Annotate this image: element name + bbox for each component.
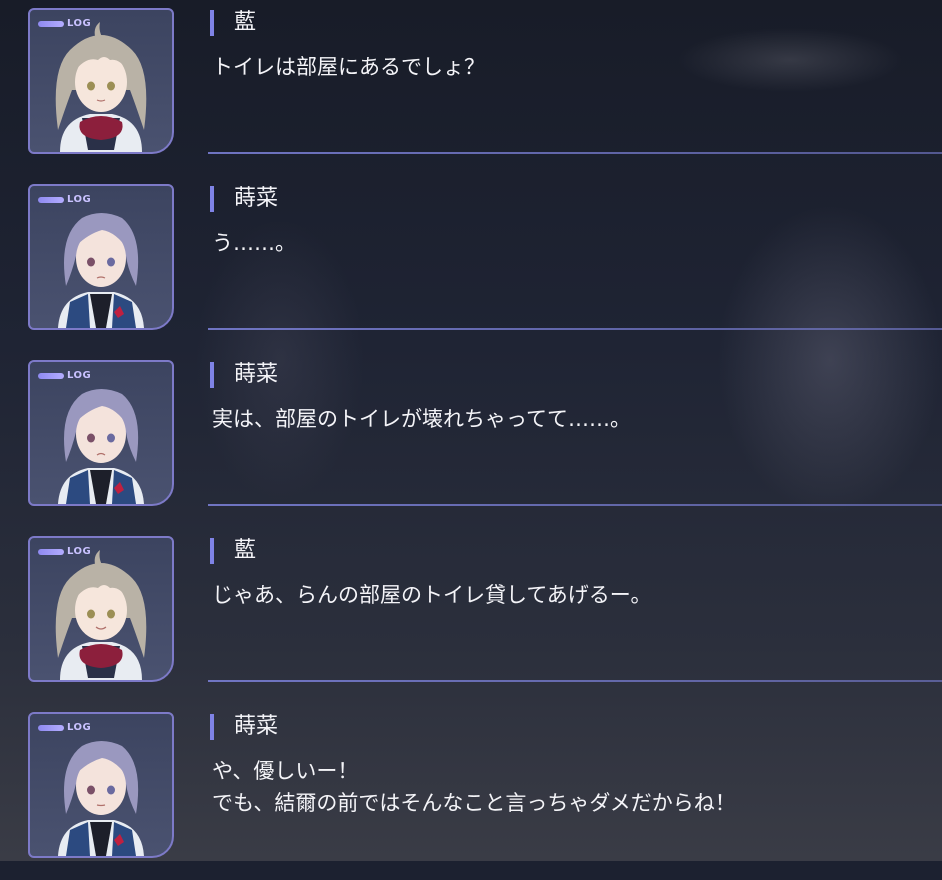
log-tag: LOG [38,18,91,29]
portrait-ai: LOG [28,536,174,682]
entry-separator [208,504,942,506]
log-pill-icon [38,724,64,731]
portrait-makina: LOG [28,184,174,330]
speaker-name: 藍 [234,538,257,563]
speaker-name: 蒔菜 [234,186,279,211]
log-tag: LOG [38,546,91,557]
entry-separator [208,152,942,154]
speaker-row: 蒔菜 [210,186,278,212]
speaker-row: 蒔菜 [210,714,278,740]
dialogue-line: でも、結爾の前ではそんなこと言っちゃダメだからね！ [212,791,736,815]
log-tag-label: LOG [67,546,92,557]
log-tag-label: LOG [67,18,92,29]
speaker-name: 藍 [234,10,257,35]
log-tag-label: LOG [67,722,92,733]
log-tag-label: LOG [67,370,92,381]
speaker-name: 蒔菜 [234,362,279,387]
log-tag: LOG [38,722,91,733]
speaker-accent-bar [210,538,214,564]
log-pill-icon [38,548,64,555]
speaker-row: 藍 [210,10,256,36]
log-entry[interactable]: LOG 藍 トイレは部屋にあるでしょ？ [0,0,942,176]
log-entry[interactable]: LOG 蒔菜 う……。 [0,176,942,352]
entry-separator [208,328,942,330]
log-tag: LOG [38,370,91,381]
speaker-accent-bar [210,362,214,388]
dialogue-line: トイレは部屋にあるでしょ？ [212,55,485,79]
dialogue-line: じゃあ、らんの部屋のトイレ貸してあげるー。 [212,583,652,607]
speaker-accent-bar [210,10,214,36]
log-entry[interactable]: LOG 蒔菜 実は、部屋のトイレが壊れちゃってて……。 [0,352,942,528]
speaker-row: 蒔菜 [210,362,278,388]
dialogue-line: う……。 [212,231,296,255]
speaker-accent-bar [210,714,214,740]
speaker-row: 藍 [210,538,256,564]
portrait-ai: LOG [28,8,174,154]
backlog-list[interactable]: LOG 藍 トイレは部屋にあるでしょ？ LOG 蒔菜 う……。 LOG 蒔菜 実… [0,0,942,861]
log-entry[interactable]: LOG 蒔菜 や、優しいー！ でも、結爾の前ではそんなこと言っちゃダメだからね！ [0,704,942,880]
dialogue-line: 実は、部屋のトイレが壊れちゃってて……。 [212,407,631,431]
entry-separator [208,680,942,682]
speaker-name: 蒔菜 [234,714,279,739]
log-pill-icon [38,20,64,27]
portrait-makina: LOG [28,712,174,858]
portrait-makina: LOG [28,360,174,506]
log-pill-icon [38,372,64,379]
log-tag-label: LOG [67,194,92,205]
speaker-accent-bar [210,186,214,212]
dialogue-line: や、優しいー！ [212,759,359,783]
log-tag: LOG [38,194,91,205]
log-entry[interactable]: LOG 藍 じゃあ、らんの部屋のトイレ貸してあげるー。 [0,528,942,704]
log-pill-icon [38,196,64,203]
